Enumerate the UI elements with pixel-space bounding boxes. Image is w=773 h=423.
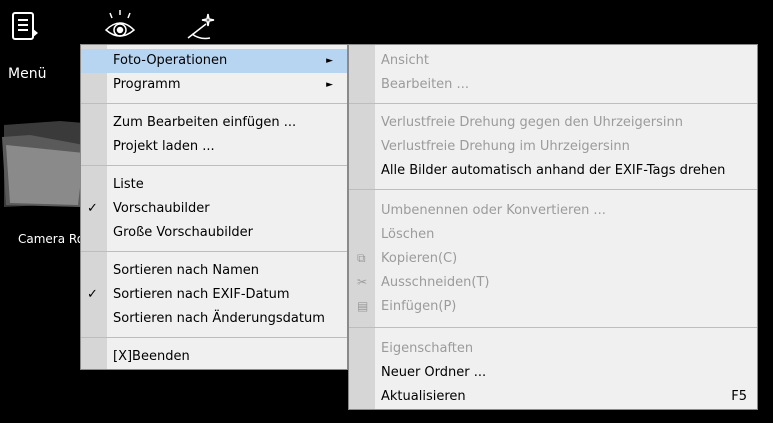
submenu-item-exif-drehen[interactable]: Alle Bilder automatisch anhand der EXIF-…: [349, 159, 757, 183]
menu-item-liste[interactable]: Liste: [81, 173, 347, 197]
foto-operationen-submenu: Ansicht Bearbeiten ... Verlustfreie Dreh…: [348, 44, 758, 410]
submenu-item-ansicht[interactable]: Ansicht: [349, 49, 757, 73]
submenu-item-drehung-gegen[interactable]: Verlustfreie Drehung gegen den Uhrzeiger…: [349, 111, 757, 135]
submenu-item-umbenennen[interactable]: Umbenennen oder Konvertieren ...: [349, 199, 757, 223]
paste-icon: ▤: [357, 299, 369, 313]
magic-wand-icon[interactable]: [184, 10, 220, 44]
submenu-item-einfuegen[interactable]: ▤ Einfügen(P): [349, 295, 757, 319]
menu-label: Menü: [8, 66, 47, 82]
submenu-arrow-icon: ►: [326, 56, 333, 66]
eye-icon[interactable]: [98, 8, 142, 44]
submenu-item-eigenschaften[interactable]: Eigenschaften: [349, 337, 757, 361]
folder-icon[interactable]: [0, 115, 84, 215]
menu-separator: [349, 327, 757, 328]
scissors-icon: ✂: [357, 275, 368, 289]
main-context-menu: Foto-Operationen ► Programm ► Zum Bearbe…: [80, 44, 348, 370]
folder-label: Camera Roll: [18, 232, 80, 246]
menu-item-programm[interactable]: Programm ►: [81, 73, 347, 97]
submenu-item-ausschneiden[interactable]: ✂ Ausschneiden(T): [349, 271, 757, 295]
menu-separator: [81, 165, 347, 166]
checkmark-icon: ✓: [87, 201, 98, 216]
submenu-item-bearbeiten[interactable]: Bearbeiten ...: [349, 73, 757, 97]
menu-separator: [81, 103, 347, 104]
menu-item-grosse-vorschaubilder[interactable]: Große Vorschaubilder: [81, 221, 347, 245]
menu-item-sortieren-exif[interactable]: ✓ Sortieren nach EXIF-Datum: [81, 283, 347, 307]
menu-separator: [81, 337, 347, 338]
copy-icon: ⧉: [357, 251, 366, 265]
menu-separator: [349, 189, 757, 190]
submenu-item-loeschen[interactable]: Löschen: [349, 223, 757, 247]
menu-separator: [81, 251, 347, 252]
checkmark-icon: ✓: [87, 287, 98, 302]
menu-item-sortieren-namen[interactable]: Sortieren nach Namen: [81, 259, 347, 283]
submenu-item-aktualisieren[interactable]: Aktualisieren F5: [349, 385, 757, 409]
submenu-item-neuer-ordner[interactable]: Neuer Ordner ...: [349, 361, 757, 385]
shortcut-label: F5: [731, 389, 747, 404]
menu-item-foto-operationen[interactable]: Foto-Operationen ►: [81, 49, 347, 73]
menu-item-beenden[interactable]: [X]Beenden: [81, 345, 347, 369]
menu-item-vorschaubilder[interactable]: ✓ Vorschaubilder: [81, 197, 347, 221]
document-menu-icon: [12, 12, 34, 40]
menu-item-sortieren-aenderung[interactable]: Sortieren nach Änderungsdatum: [81, 307, 347, 331]
menu-arrow-icon: [32, 28, 38, 38]
submenu-item-kopieren[interactable]: ⧉ Kopieren(C): [349, 247, 757, 271]
menu-item-zum-bearbeiten-einfuegen[interactable]: Zum Bearbeiten einfügen ...: [81, 111, 347, 135]
menu-separator: [349, 103, 757, 104]
menu-button[interactable]: Menü: [4, 10, 64, 86]
menu-item-projekt-laden[interactable]: Projekt laden ...: [81, 135, 347, 159]
submenu-item-drehung-im[interactable]: Verlustfreie Drehung im Uhrzeigersinn: [349, 135, 757, 159]
submenu-arrow-icon: ►: [326, 80, 333, 90]
